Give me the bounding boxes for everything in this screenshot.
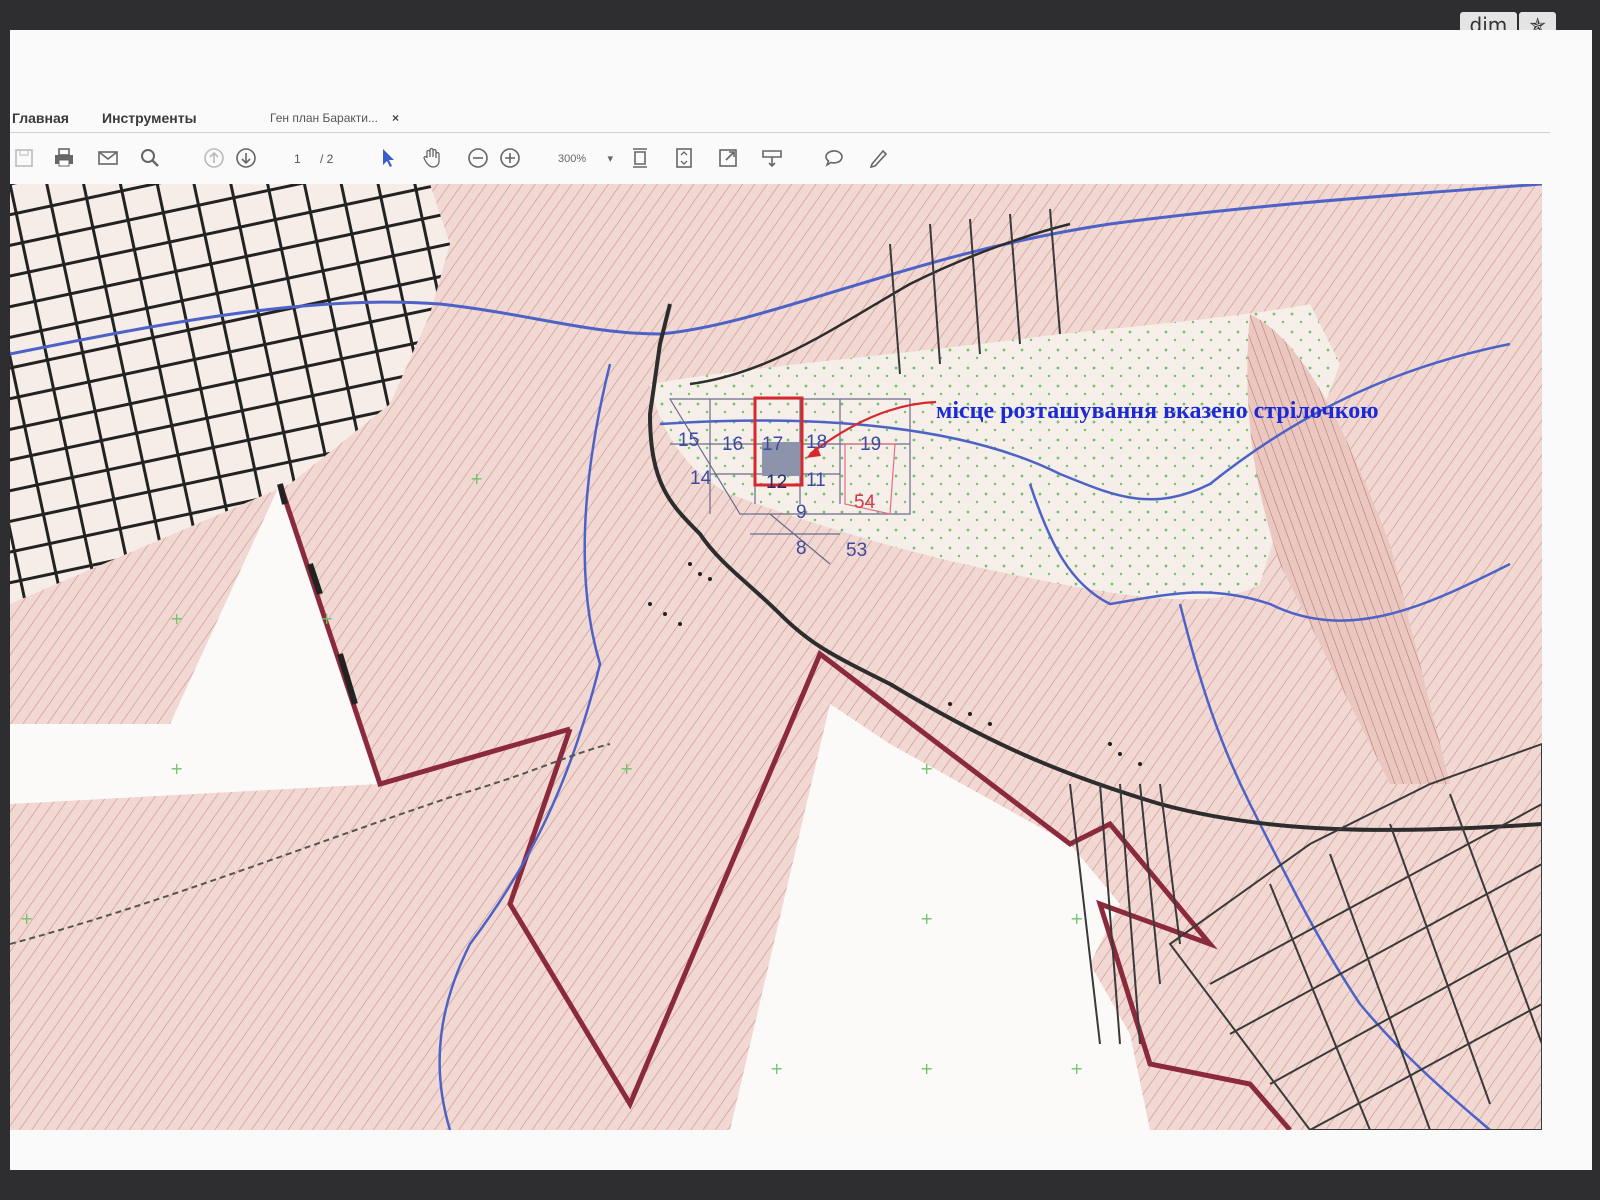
search-icon[interactable] xyxy=(136,144,164,172)
plot-label: 17 xyxy=(762,434,784,455)
save-icon[interactable] xyxy=(10,144,38,172)
svg-text:+: + xyxy=(1070,909,1083,928)
plot-label: 14 xyxy=(690,468,712,489)
svg-text:+: + xyxy=(170,609,183,628)
highlight-pen-icon[interactable] xyxy=(864,144,892,172)
plot-label: 53 xyxy=(846,540,868,561)
page-total: / 2 xyxy=(320,152,334,166)
svg-text:+: + xyxy=(920,909,933,928)
plot-label: 18 xyxy=(806,432,828,453)
zoom-out-icon[interactable] xyxy=(464,144,492,172)
previous-page-icon[interactable] xyxy=(200,144,228,172)
next-page-icon[interactable] xyxy=(232,144,260,172)
plot-label-red: 54 xyxy=(854,492,876,513)
page-number-input[interactable]: 1 xyxy=(294,152,301,166)
document-tab-title: Ген план Баракти... xyxy=(270,111,378,125)
print-icon[interactable] xyxy=(50,144,78,172)
scrolling-mode-icon[interactable] xyxy=(758,144,786,172)
svg-text:+: + xyxy=(320,609,333,628)
general-plan-map: + + + + + + + + + + + + 15 16 17 18 19 1… xyxy=(10,184,1542,1130)
menu-home[interactable]: Главная xyxy=(12,110,69,126)
svg-text:+: + xyxy=(470,469,483,488)
plot-label: 15 xyxy=(678,430,700,451)
toolbar: 1 / 2 300% ▾ xyxy=(10,140,1550,180)
menu-tools[interactable]: Инструменты xyxy=(102,110,197,126)
svg-text:+: + xyxy=(920,759,933,778)
fit-page-icon[interactable] xyxy=(670,144,698,172)
plot-label: 16 xyxy=(722,434,744,455)
location-annotation: місце розташування вказено стрілочкою xyxy=(936,398,1379,424)
menu-bar: Главная Инструменты Ген план Баракти... … xyxy=(10,104,1550,133)
plot-label: 8 xyxy=(796,538,807,559)
svg-text:+: + xyxy=(20,909,33,928)
plot-label: 11 xyxy=(806,470,826,491)
close-tab-icon[interactable]: × xyxy=(392,111,399,125)
svg-text:+: + xyxy=(620,759,633,778)
select-cursor-icon[interactable] xyxy=(374,144,402,172)
document-tab[interactable]: Ген план Баракти... × xyxy=(270,104,430,132)
zoom-in-icon[interactable] xyxy=(496,144,524,172)
svg-text:+: + xyxy=(170,759,183,778)
plot-label: 19 xyxy=(860,434,882,455)
email-icon[interactable] xyxy=(94,144,122,172)
comment-icon[interactable] xyxy=(820,144,848,172)
map-drawing: + + + + + + + + + + + + xyxy=(10,184,1542,1130)
hand-tool-icon[interactable] xyxy=(418,144,446,172)
fit-width-icon[interactable] xyxy=(626,144,654,172)
scanned-page: Главная Инструменты Ген план Баракти... … xyxy=(10,30,1592,1170)
full-screen-icon[interactable] xyxy=(714,144,742,172)
svg-text:+: + xyxy=(770,1059,783,1078)
chevron-down-icon: ▾ xyxy=(607,153,614,165)
selected-plot-label: 12 xyxy=(766,472,788,493)
plot-label: 9 xyxy=(796,502,807,523)
svg-text:+: + xyxy=(920,1059,933,1078)
zoom-level-select[interactable]: 300% ▾ xyxy=(558,152,613,165)
svg-text:+: + xyxy=(1070,1059,1083,1078)
